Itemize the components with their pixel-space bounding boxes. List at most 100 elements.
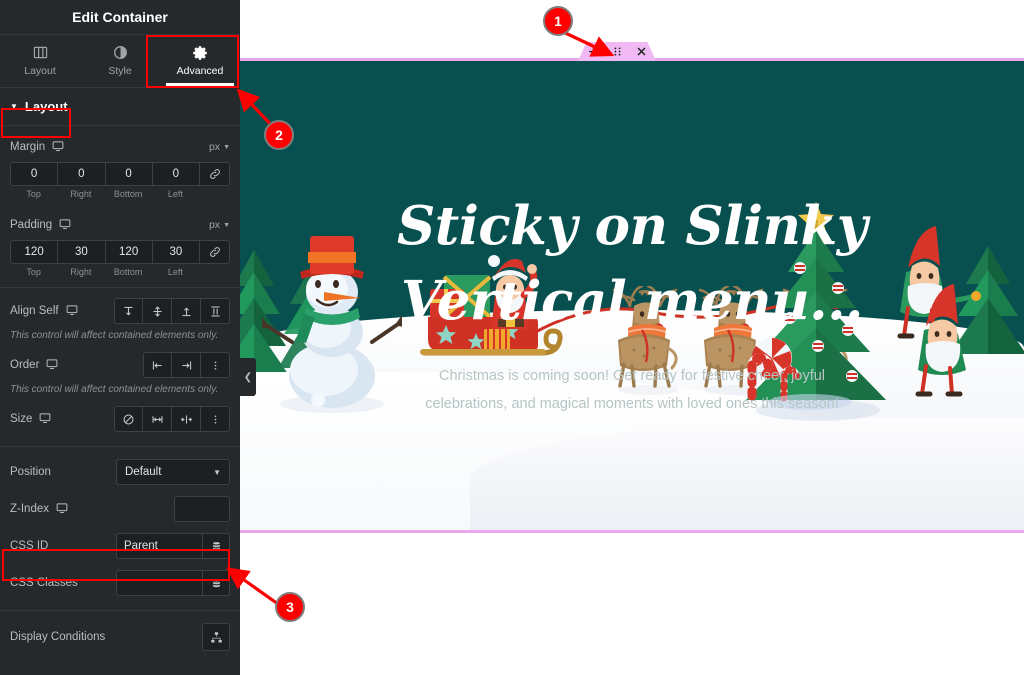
panel-tabs: Layout Style Advanced: [0, 35, 240, 88]
desktop-icon[interactable]: [39, 412, 51, 427]
chevron-down-icon: ▼: [223, 221, 230, 229]
margin-link-icon[interactable]: [199, 162, 230, 186]
z-index-input[interactable]: [174, 496, 230, 522]
order-note: This control will affect contained eleme…: [10, 384, 219, 395]
annotation-marker-3: 3: [275, 592, 305, 622]
contrast-circle-icon: [113, 45, 128, 60]
size-buttons: [114, 406, 230, 432]
close-icon[interactable]: [636, 46, 647, 57]
css-classes-field: [116, 570, 230, 596]
margin-inputs: 0 Top 0 Right 0 Bottom 0 Left: [0, 162, 240, 199]
desktop-icon[interactable]: [56, 502, 68, 517]
padding-left-sublabel: Left: [167, 267, 183, 277]
padding-row: Padding px ▼: [0, 212, 240, 238]
shrink-icon[interactable]: [172, 406, 201, 432]
margin-bottom-sublabel: Bottom: [113, 189, 143, 199]
padding-label-wrap: Padding: [10, 218, 71, 233]
margin-right-input[interactable]: 0: [57, 162, 105, 186]
chevron-down-icon: ▼: [213, 467, 221, 477]
margin-bottom-input[interactable]: 0: [104, 162, 152, 186]
padding-left-input[interactable]: 30: [151, 240, 199, 264]
order-label-wrap: Order: [10, 358, 58, 373]
hero-container[interactable]: Sticky on Slinky Vertical menu... Christ…: [240, 58, 1024, 533]
margin-top-input[interactable]: 0: [10, 162, 58, 186]
desktop-icon[interactable]: [52, 140, 64, 155]
desktop-icon[interactable]: [66, 304, 78, 319]
margin-right-sublabel: Right: [70, 189, 92, 199]
plus-icon[interactable]: [588, 46, 599, 57]
padding-unit-selector[interactable]: px ▼: [209, 219, 230, 231]
panel-collapse-handle[interactable]: ❮: [240, 358, 256, 396]
desktop-icon[interactable]: [46, 358, 58, 373]
margin-right-cell: 0 Right: [57, 162, 105, 199]
margin-unit-label: px: [208, 141, 221, 153]
layout-section-header[interactable]: ▼ Layout: [0, 88, 240, 126]
z-index-row: Z-Index: [0, 496, 240, 522]
padding-bottom-input[interactable]: 120: [104, 240, 152, 264]
align-self-row: Align Self: [0, 298, 240, 324]
none-icon[interactable]: [114, 406, 143, 432]
container-widget-toolbar[interactable]: [578, 42, 656, 61]
css-id-label: CSS ID: [10, 540, 49, 552]
tab-advanced-label: Advanced: [176, 65, 224, 77]
desktop-icon[interactable]: [59, 218, 71, 233]
display-conditions-row[interactable]: Display Conditions: [0, 623, 240, 651]
order-end-icon[interactable]: [172, 352, 201, 378]
margin-unit-selector[interactable]: px ▼: [209, 141, 230, 153]
css-classes-row: CSS Classes: [0, 570, 240, 596]
css-id-row: CSS ID Parent: [0, 533, 240, 559]
editor-screen: Edit Container Layout Style Advanced ▼ L…: [0, 0, 1024, 675]
padding-top-input[interactable]: 120: [10, 240, 58, 264]
more-vertical-icon[interactable]: [201, 406, 230, 432]
sitemap-icon[interactable]: [202, 623, 230, 651]
align-start-icon[interactable]: [114, 298, 143, 324]
padding-bottom-sublabel: Bottom: [113, 267, 143, 277]
order-row: Order: [0, 352, 240, 378]
more-vertical-icon[interactable]: [201, 352, 230, 378]
caret-down-icon: ▼: [10, 102, 18, 111]
order-start-icon[interactable]: [143, 352, 172, 378]
layout-section-label: Layout: [24, 99, 68, 114]
padding-right-input[interactable]: 30: [57, 240, 105, 264]
align-end-icon[interactable]: [172, 298, 201, 324]
gear-icon: [192, 45, 208, 60]
padding-right-cell: 30 Right: [57, 240, 105, 277]
padding-left-cell: 30 Left: [151, 240, 199, 277]
padding-link-icon[interactable]: [199, 240, 230, 264]
align-self-label: Align Self: [10, 305, 59, 317]
padding-top-sublabel: Top: [26, 267, 41, 277]
padding-top-cell: 120 Top: [10, 240, 58, 277]
align-stretch-icon[interactable]: [201, 298, 230, 324]
hero-heading-line-1: Sticky on Slinky: [396, 195, 868, 257]
tab-advanced[interactable]: Advanced: [160, 35, 240, 87]
gnome-elves-illustration: [897, 226, 981, 397]
tab-layout[interactable]: Layout: [0, 35, 80, 87]
size-label: Size: [10, 413, 33, 425]
annotation-marker-1: 1: [543, 6, 573, 36]
display-conditions-label: Display Conditions: [10, 631, 106, 643]
margin-left-sublabel: Left: [167, 189, 183, 199]
css-id-input[interactable]: Parent: [116, 533, 202, 559]
margin-top-sublabel: Top: [26, 189, 41, 199]
position-row: Position Default ▼: [0, 459, 240, 485]
drag-grid-icon[interactable]: [612, 46, 623, 57]
align-self-note: This control will affect contained eleme…: [10, 330, 219, 341]
position-label: Position: [10, 466, 51, 478]
tab-style[interactable]: Style: [80, 35, 160, 87]
align-center-icon[interactable]: [143, 298, 172, 324]
database-icon[interactable]: [202, 533, 230, 559]
css-classes-input[interactable]: [116, 570, 202, 596]
margin-left-cell: 0 Left: [151, 162, 199, 199]
grow-icon[interactable]: [143, 406, 172, 432]
padding-unit-label: px: [208, 219, 221, 231]
position-value: Default: [125, 466, 162, 478]
padding-label: Padding: [10, 219, 53, 231]
panel-title: Edit Container: [0, 0, 240, 35]
margin-left-input[interactable]: 0: [151, 162, 199, 186]
margin-bottom-cell: 0 Bottom: [104, 162, 152, 199]
margin-label: Margin: [10, 141, 46, 153]
position-select[interactable]: Default ▼: [116, 459, 230, 485]
margin-row: Margin px ▼: [0, 134, 240, 160]
preview-canvas: Sticky on Slinky Vertical menu... Christ…: [240, 0, 1024, 675]
database-icon[interactable]: [202, 570, 230, 596]
